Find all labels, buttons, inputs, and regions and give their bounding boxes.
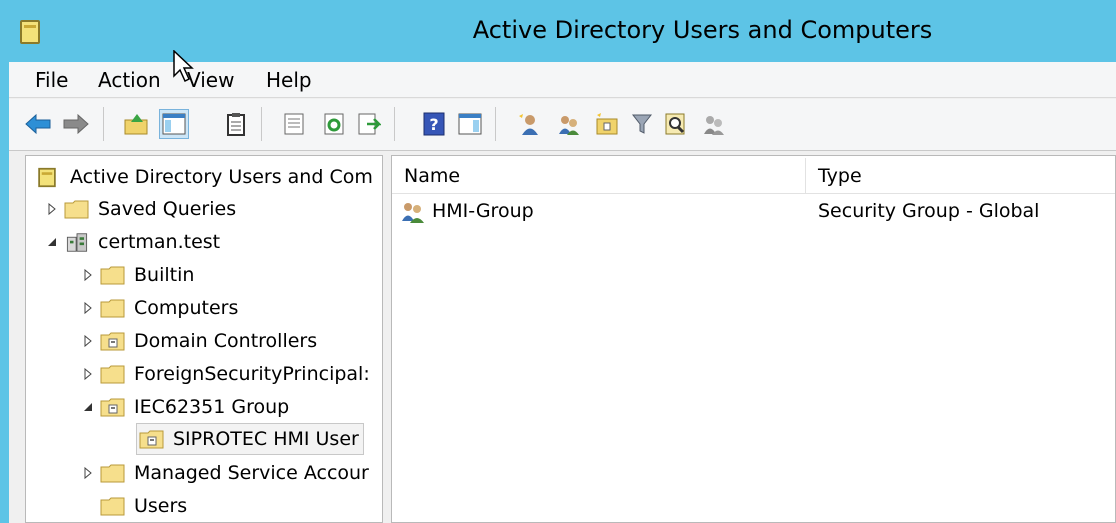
new-user-icon[interactable] bbox=[514, 109, 544, 139]
add-to-group-icon[interactable] bbox=[699, 109, 729, 139]
column-header-name-label: Name bbox=[404, 164, 461, 187]
tree-item-builtin[interactable]: Builtin bbox=[82, 259, 194, 291]
up-folder-icon[interactable] bbox=[121, 109, 151, 139]
filter-icon[interactable] bbox=[627, 109, 657, 139]
menu-file[interactable]: File bbox=[35, 68, 68, 92]
expand-arrow-icon[interactable] bbox=[46, 202, 58, 216]
tree-item-label: SIPROTEC HMI User bbox=[173, 428, 359, 450]
console-root-icon bbox=[38, 167, 56, 187]
table-row[interactable]: HMI-Group Security Group - Global bbox=[392, 196, 1115, 229]
ou-folder-icon bbox=[100, 332, 125, 350]
tree-item-label: Builtin bbox=[134, 264, 195, 286]
folder-icon bbox=[100, 497, 125, 515]
security-group-icon bbox=[400, 200, 426, 229]
ou-folder-icon bbox=[100, 398, 125, 416]
pane-splitter[interactable] bbox=[383, 155, 391, 523]
tree-item-label: Users bbox=[134, 495, 188, 517]
tree-item-managed-service-accounts[interactable]: Managed Service Accour bbox=[82, 457, 369, 489]
tree-item-domain-controllers[interactable]: Domain Controllers bbox=[82, 325, 317, 357]
row-type-cell: Security Group - Global bbox=[818, 200, 1040, 222]
ou-folder-icon bbox=[139, 430, 164, 448]
expand-arrow-icon[interactable] bbox=[82, 367, 94, 381]
menu-help[interactable]: Help bbox=[266, 68, 312, 92]
column-header-type[interactable]: Type bbox=[806, 158, 1115, 194]
properties-icon[interactable] bbox=[279, 109, 309, 139]
tree-item-label: certman.test bbox=[98, 231, 221, 253]
tree-item-computers[interactable]: Computers bbox=[82, 292, 238, 324]
back-arrow-icon[interactable] bbox=[23, 109, 53, 139]
refresh-icon[interactable] bbox=[319, 109, 349, 139]
console-tree[interactable]: Active Directory Users and Com Saved Que… bbox=[25, 155, 383, 523]
column-header-name[interactable]: Name bbox=[392, 158, 806, 194]
folder-icon bbox=[100, 464, 125, 482]
tree-item-foreign-security-principals[interactable]: ForeignSecurityPrincipal: bbox=[82, 358, 370, 390]
new-group-icon[interactable] bbox=[554, 109, 584, 139]
expand-arrow-icon[interactable] bbox=[82, 268, 94, 282]
show-console-tree-icon[interactable] bbox=[159, 109, 189, 139]
show-action-pane-icon[interactable] bbox=[455, 109, 485, 139]
clipboard-icon[interactable] bbox=[221, 109, 251, 139]
help-icon[interactable]: ? bbox=[419, 109, 449, 139]
collapse-arrow-icon[interactable] bbox=[46, 235, 58, 249]
tree-item-label: ForeignSecurityPrincipal: bbox=[134, 363, 370, 385]
new-ou-icon[interactable] bbox=[592, 109, 622, 139]
app-window: Active Directory Users and Computers Fil… bbox=[0, 0, 1116, 523]
row-name-cell: HMI-Group bbox=[432, 200, 534, 222]
expand-arrow-icon[interactable] bbox=[82, 466, 94, 480]
tree-item-siprotec-hmi-user[interactable]: SIPROTEC HMI User bbox=[136, 423, 364, 455]
tree-item-label: IEC62351 Group bbox=[134, 396, 290, 418]
svg-text:?: ? bbox=[429, 115, 438, 134]
forward-arrow-icon[interactable] bbox=[61, 109, 91, 139]
tree-item-domain[interactable]: certman.test bbox=[46, 226, 220, 258]
tree-item-saved-queries[interactable]: Saved Queries bbox=[46, 193, 236, 225]
tree-item-label: Domain Controllers bbox=[134, 330, 318, 352]
folder-icon bbox=[100, 299, 125, 317]
expand-arrow-icon[interactable] bbox=[82, 301, 94, 315]
tree-root-label: Active Directory Users and Com bbox=[70, 166, 373, 188]
folder-icon bbox=[100, 266, 125, 284]
expand-arrow-icon[interactable] bbox=[82, 334, 94, 348]
tree-root[interactable]: Active Directory Users and Com bbox=[34, 161, 373, 193]
details-list[interactable]: Name Type HMI-Group Security Group - Glo… bbox=[391, 155, 1116, 523]
menu-action[interactable]: Action bbox=[98, 68, 161, 92]
tree-item-label: Saved Queries bbox=[98, 198, 237, 220]
column-header-type-label: Type bbox=[818, 164, 862, 187]
collapse-arrow-icon[interactable] bbox=[82, 400, 94, 414]
tree-item-label: Managed Service Accour bbox=[134, 462, 369, 484]
toolbar: ? bbox=[9, 99, 1116, 151]
domain-icon bbox=[66, 232, 88, 252]
window-title: Active Directory Users and Computers bbox=[472, 16, 933, 44]
export-list-icon[interactable] bbox=[354, 109, 384, 139]
tree-item-users[interactable]: Users bbox=[100, 490, 187, 522]
find-icon[interactable] bbox=[661, 109, 691, 139]
folder-icon bbox=[64, 200, 89, 218]
tree-item-label: Computers bbox=[134, 297, 239, 319]
folder-icon bbox=[100, 365, 125, 383]
tree-item-iec62351-group[interactable]: IEC62351 Group bbox=[82, 391, 289, 423]
